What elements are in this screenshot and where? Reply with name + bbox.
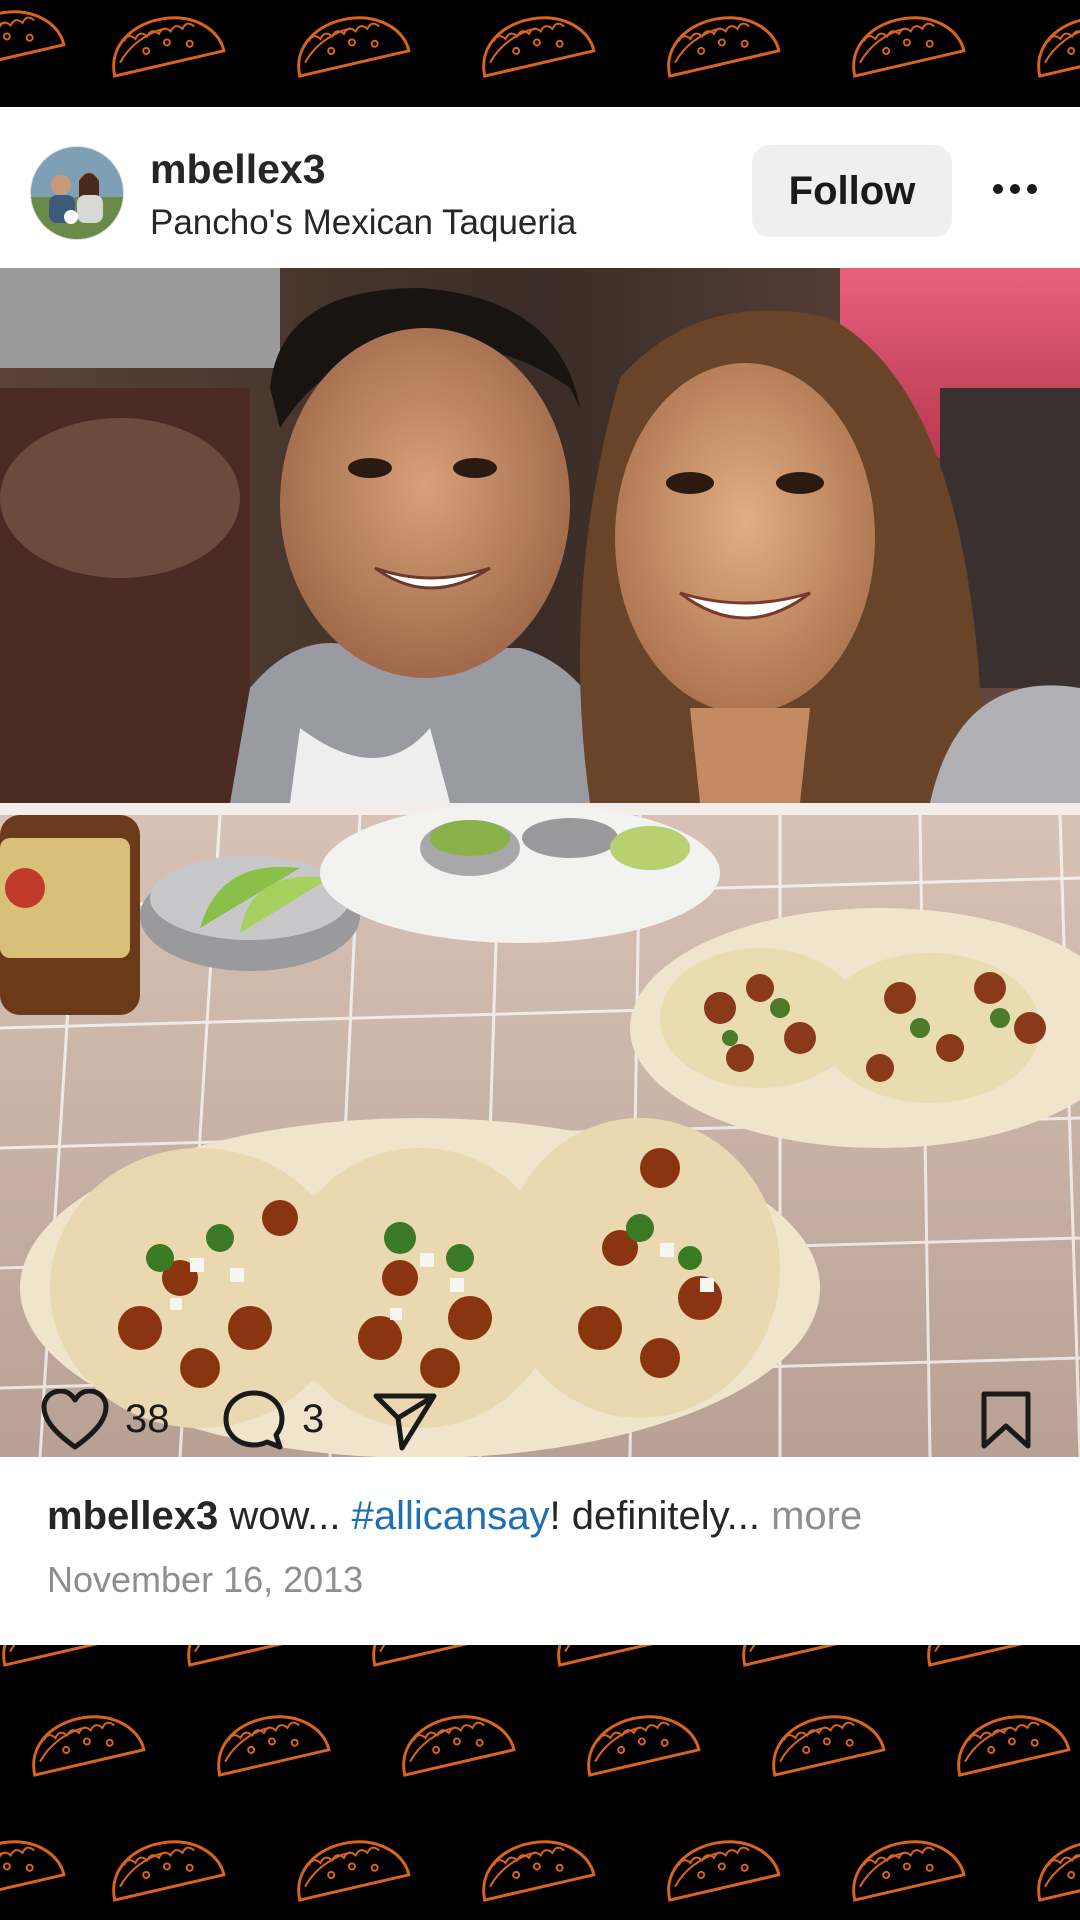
post-date: November 16, 2013 — [47, 1559, 364, 1600]
post-header: mbellex3 Pancho's Mexican Taqueria Follo… — [0, 107, 1080, 267]
ellipsis-icon[interactable] — [990, 169, 1040, 209]
taco-pattern-top — [0, 0, 1080, 107]
heart-icon[interactable] — [40, 1388, 110, 1458]
caption-text-after: ! definitely... — [549, 1494, 772, 1538]
hashtag-link[interactable]: #allicansay — [352, 1494, 550, 1538]
avatar[interactable] — [30, 146, 124, 240]
like-count[interactable]: 38 — [125, 1396, 170, 1442]
caption-more-link[interactable]: more — [771, 1494, 862, 1538]
post-photo[interactable] — [0, 268, 1080, 1457]
comment-bubble-icon[interactable] — [222, 1389, 286, 1458]
post-caption: mbellex3 wow... #allicansay! definitely.… — [47, 1492, 862, 1540]
post-card: mbellex3 Pancho's Mexican Taqueria Follo… — [0, 107, 1080, 1645]
location-link[interactable]: Pancho's Mexican Taqueria — [150, 202, 576, 244]
caption-text-before: wow... — [218, 1494, 352, 1538]
comment-count[interactable]: 3 — [302, 1396, 324, 1442]
bookmark-icon[interactable] — [980, 1390, 1032, 1455]
send-icon[interactable] — [372, 1390, 438, 1457]
username[interactable]: mbellex3 — [150, 146, 326, 192]
caption-username[interactable]: mbellex3 — [47, 1494, 218, 1538]
follow-button[interactable]: Follow — [752, 145, 952, 237]
taco-pattern-bottom — [0, 1645, 1080, 1920]
